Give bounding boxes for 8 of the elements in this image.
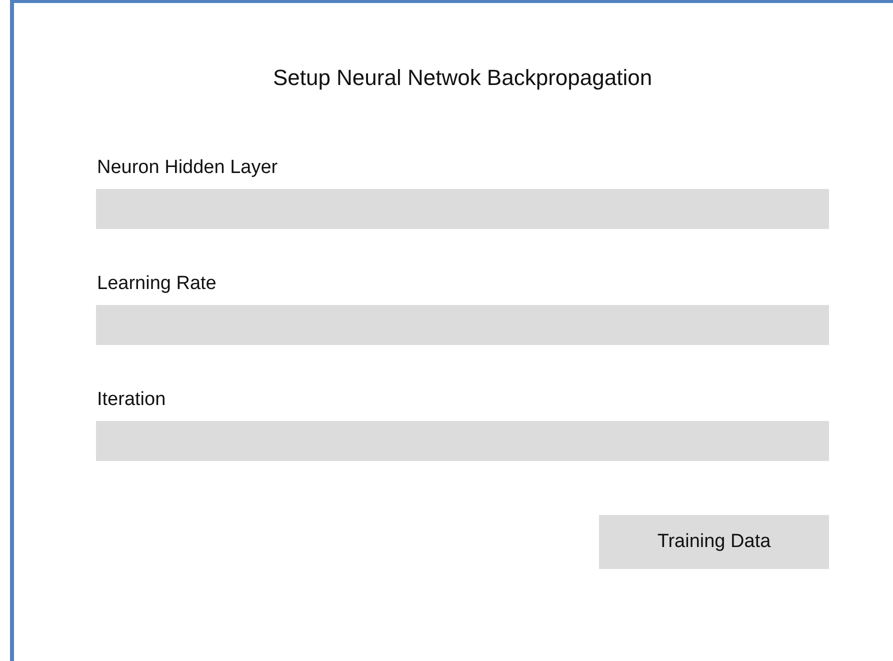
input-field[interactable] [96, 189, 829, 229]
training-data-button[interactable]: Training Data [599, 515, 829, 569]
input-field[interactable] [96, 421, 829, 461]
field-label: Neuron Hidden Layer [97, 157, 278, 178]
field-label: Iteration [97, 389, 166, 410]
form-title: Setup Neural Netwok Backpropagation [272, 64, 654, 92]
input-field[interactable] [96, 305, 829, 345]
field-label: Learning Rate [97, 273, 216, 294]
